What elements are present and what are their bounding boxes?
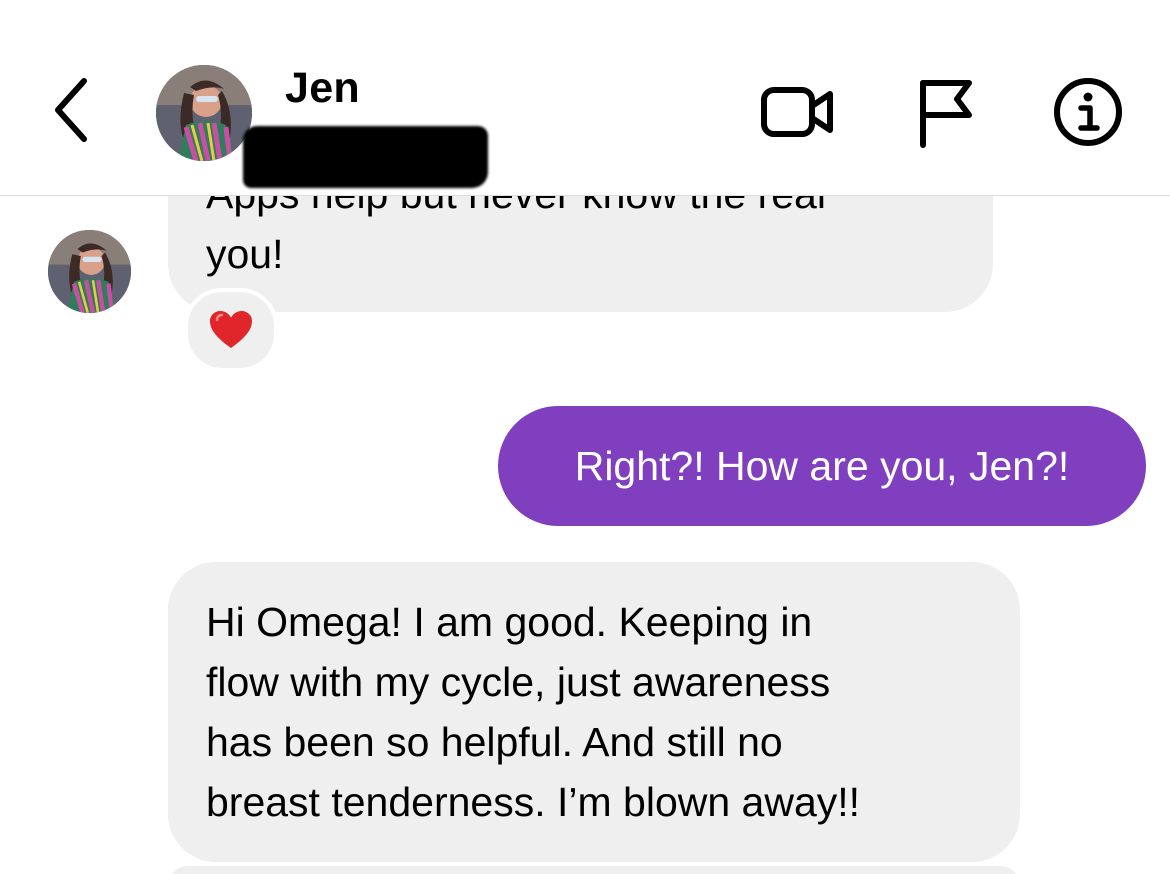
- heart-icon: [210, 311, 252, 348]
- details-button[interactable]: [1048, 72, 1128, 152]
- back-button[interactable]: [40, 70, 100, 150]
- info-icon: [1054, 78, 1122, 146]
- message-text-line: Hi Omega! I am good. Keeping in: [206, 599, 813, 645]
- report-button[interactable]: [905, 72, 985, 152]
- video-camera-icon: [761, 87, 833, 137]
- chevron-left-icon: [55, 78, 87, 142]
- contact-avatar[interactable]: [156, 65, 252, 161]
- outgoing-message-bubble[interactable]: Right?! How are you, Jen?!: [498, 406, 1146, 526]
- message-text: Right?! How are you, Jen?!: [574, 443, 1070, 489]
- incoming-message-bubble-partial[interactable]: [168, 866, 1020, 874]
- avatar-photo-icon: [48, 230, 131, 313]
- message-text-line: breast tenderness. I’m blown away!!: [206, 779, 861, 825]
- flag-icon: [920, 80, 972, 148]
- video-call-button[interactable]: [758, 72, 838, 152]
- avatar-photo-icon: [156, 65, 252, 161]
- message-text-line: has been so helpful. And still no: [206, 719, 783, 765]
- contact-name[interactable]: Jen: [285, 64, 360, 113]
- chat-header: Jen: [0, 0, 1170, 196]
- incoming-message-bubble[interactable]: Hi Omega! I am good. Keeping in flow wit…: [168, 562, 1020, 862]
- heart-reaction[interactable]: [184, 288, 278, 372]
- message-text-line: you!: [206, 231, 284, 277]
- redacted-username: [243, 126, 488, 188]
- message-text-line: flow with my cycle, just awareness: [206, 659, 831, 705]
- chat-screen: Apps help but never know the real you!: [0, 0, 1170, 874]
- sender-avatar[interactable]: [48, 230, 131, 313]
